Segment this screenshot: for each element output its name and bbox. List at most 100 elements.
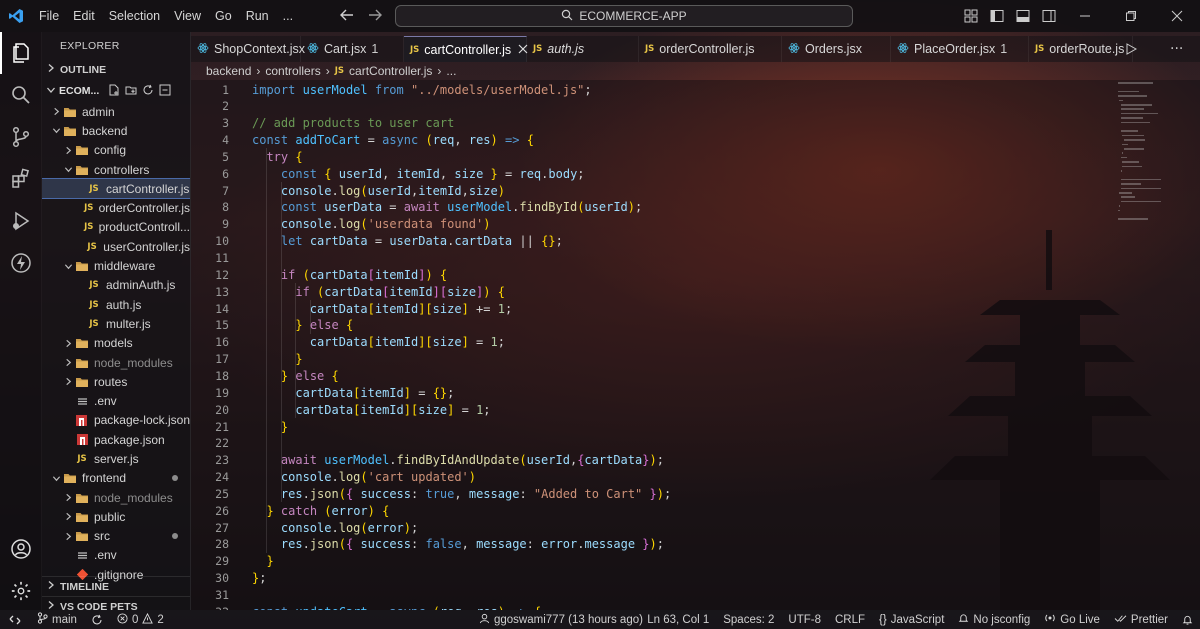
code-line[interactable]: 25 res.json({ success: true, message: "A… — [191, 485, 1091, 502]
account-icon[interactable] — [0, 528, 42, 570]
breadcrumb-controllers[interactable]: controllers — [265, 64, 320, 78]
folder-item[interactable]: admin — [42, 102, 190, 121]
code-line[interactable]: 14 cartData[itemId][size] += 1; — [191, 300, 1091, 317]
folder-item[interactable]: config — [42, 141, 190, 160]
forward-arrow-icon[interactable] — [368, 9, 382, 24]
explorer-icon[interactable] — [0, 32, 42, 74]
timeline-section[interactable]: TIMELINE — [42, 576, 190, 596]
tab-4[interactable]: JS orderController.js — [639, 36, 782, 62]
code-line[interactable]: 6 const { userId, itemId, size } = req.b… — [191, 165, 1091, 182]
folder-item[interactable]: middleware — [42, 256, 190, 275]
menu-selection[interactable]: Selection — [102, 0, 167, 32]
code-line[interactable]: 9 console.log('userdata found') — [191, 216, 1091, 233]
menu-edit[interactable]: Edit — [66, 0, 102, 32]
vscode-pets-section[interactable]: VS CODE PETS — [42, 596, 190, 610]
run-file-icon[interactable] — [1125, 36, 1162, 62]
back-arrow-icon[interactable] — [340, 9, 354, 24]
code-line[interactable]: 20 cartData[itemId][size] = 1; — [191, 401, 1091, 418]
code-line[interactable]: 28 res.json({ success: false, message: e… — [191, 536, 1091, 553]
tab-2[interactable]: JS cartController.js — [404, 36, 528, 62]
notifications-bell-icon[interactable] — [1175, 610, 1200, 629]
file-item[interactable]: JS auth.js — [42, 295, 190, 314]
settings-gear-icon[interactable] — [0, 570, 42, 612]
workspace-root[interactable]: ECOM... — [42, 80, 190, 102]
code-line[interactable]: 30}; — [191, 570, 1091, 587]
go-live-button[interactable]: Go Live — [1037, 610, 1107, 629]
tab-6[interactable]: PlaceOrder.jsx 1 — [891, 36, 1029, 62]
source-control-icon[interactable] — [0, 116, 42, 158]
code-line[interactable]: 22 — [191, 435, 1091, 452]
tab-0[interactable]: ShopContext.jsx — [191, 36, 305, 62]
code-line[interactable]: 29 } — [191, 553, 1091, 570]
tab-1[interactable]: Cart.jsx 1 — [301, 36, 404, 62]
command-center[interactable]: ECOMMERCE-APP — [395, 5, 853, 27]
file-item[interactable]: JS adminAuth.js — [42, 276, 190, 295]
code-line[interactable]: 27 console.log(error); — [191, 519, 1091, 536]
close-window-icon[interactable] — [1154, 0, 1200, 32]
code-editor[interactable]: 1 import userModel from "../models/userMo… — [191, 80, 1200, 610]
file-item[interactable]: JS cartController.js — [42, 178, 190, 200]
search-view-icon[interactable] — [0, 74, 42, 116]
minimize-icon[interactable] — [1062, 0, 1108, 32]
folder-item[interactable]: node_modules — [42, 353, 190, 372]
file-item[interactable]: .env — [42, 391, 190, 410]
code-line[interactable]: 15 } else { — [191, 317, 1091, 334]
git-blame[interactable]: ggoswami777 (13 hours ago) — [472, 610, 650, 629]
folder-item[interactable]: backend — [42, 121, 190, 140]
remote-indicator-icon[interactable] — [0, 610, 30, 629]
toggle-panel-icon[interactable] — [1010, 0, 1036, 32]
tab-3[interactable]: JS auth.js — [527, 36, 639, 62]
file-item[interactable]: JS userController.js — [42, 237, 190, 256]
code-line[interactable]: 3 // add products to user cart — [191, 115, 1091, 132]
code-line[interactable]: 18 } else { — [191, 367, 1091, 384]
language-mode[interactable]: {} JavaScript — [872, 610, 951, 629]
run-debug-icon[interactable] — [0, 200, 42, 242]
menu-view[interactable]: View — [167, 0, 208, 32]
menu-file[interactable]: File — [32, 0, 66, 32]
code-line[interactable]: 10 let cartData = userData.cartData || {… — [191, 233, 1091, 250]
new-file-icon[interactable] — [108, 84, 120, 99]
branch-indicator[interactable]: main — [30, 610, 84, 629]
code-line[interactable]: 4 const addToCart = async (req, res) => { — [191, 132, 1091, 149]
folder-item[interactable]: public — [42, 507, 190, 526]
prettier-status[interactable]: Prettier — [1107, 610, 1175, 629]
code-line[interactable]: 7 console.log(userId,itemId,size) — [191, 182, 1091, 199]
file-item[interactable]: JS productControll... — [42, 218, 190, 237]
outline-section[interactable]: OUTLINE — [42, 60, 190, 80]
code-line[interactable]: 13 if (cartData[itemId][size]) { — [191, 283, 1091, 300]
tab-7[interactable]: JS orderRoute.js — [1029, 36, 1133, 62]
toggle-sidebar-icon[interactable] — [984, 0, 1010, 32]
problems-indicator[interactable]: 0 2 — [110, 610, 171, 629]
new-folder-icon[interactable] — [125, 84, 137, 99]
folder-item[interactable]: routes — [42, 372, 190, 391]
code-line[interactable]: 24 console.log('cart updated') — [191, 469, 1091, 486]
breadcrumb-symbol[interactable]: ... — [446, 64, 456, 78]
code-line[interactable]: 17 } — [191, 351, 1091, 368]
folder-item[interactable]: controllers — [42, 160, 190, 179]
file-item[interactable]: .env — [42, 546, 190, 565]
extensions-icon[interactable] — [0, 158, 42, 200]
code-line[interactable]: 19 cartData[itemId] = {}; — [191, 384, 1091, 401]
indentation[interactable]: Spaces: 2 — [716, 610, 781, 629]
file-item[interactable]: package.json — [42, 430, 190, 449]
breadcrumb-file[interactable]: cartController.js — [349, 64, 432, 78]
code-line[interactable]: 32const updateCart = async (req, res) =>… — [191, 603, 1091, 610]
code-line[interactable]: 1 import userModel from "../models/userMo… — [191, 81, 1091, 98]
folder-item[interactable]: node_modules — [42, 488, 190, 507]
code-line[interactable]: 23 await userModel.findByIdAndUpdate(use… — [191, 452, 1091, 469]
cursor-position[interactable]: Ln 63, Col 1 — [640, 610, 716, 629]
collapse-all-icon[interactable] — [159, 84, 171, 99]
minimap[interactable] — [1118, 82, 1190, 232]
jsconfig-status[interactable]: No jsconfig — [951, 610, 1037, 629]
thunder-client-icon[interactable] — [0, 242, 42, 284]
refresh-icon[interactable] — [142, 84, 154, 99]
folder-item[interactable]: frontend — [42, 469, 190, 488]
end-of-line[interactable]: CRLF — [828, 610, 872, 629]
customize-layout-icon[interactable] — [958, 0, 984, 32]
encoding[interactable]: UTF-8 — [781, 610, 828, 629]
tab-5[interactable]: Orders.jsx — [782, 36, 891, 62]
file-item[interactable]: JS orderController.js — [42, 198, 190, 217]
sync-icon[interactable] — [84, 610, 110, 629]
menu-go[interactable]: Go — [208, 0, 239, 32]
file-item[interactable]: JS multer.js — [42, 314, 190, 333]
